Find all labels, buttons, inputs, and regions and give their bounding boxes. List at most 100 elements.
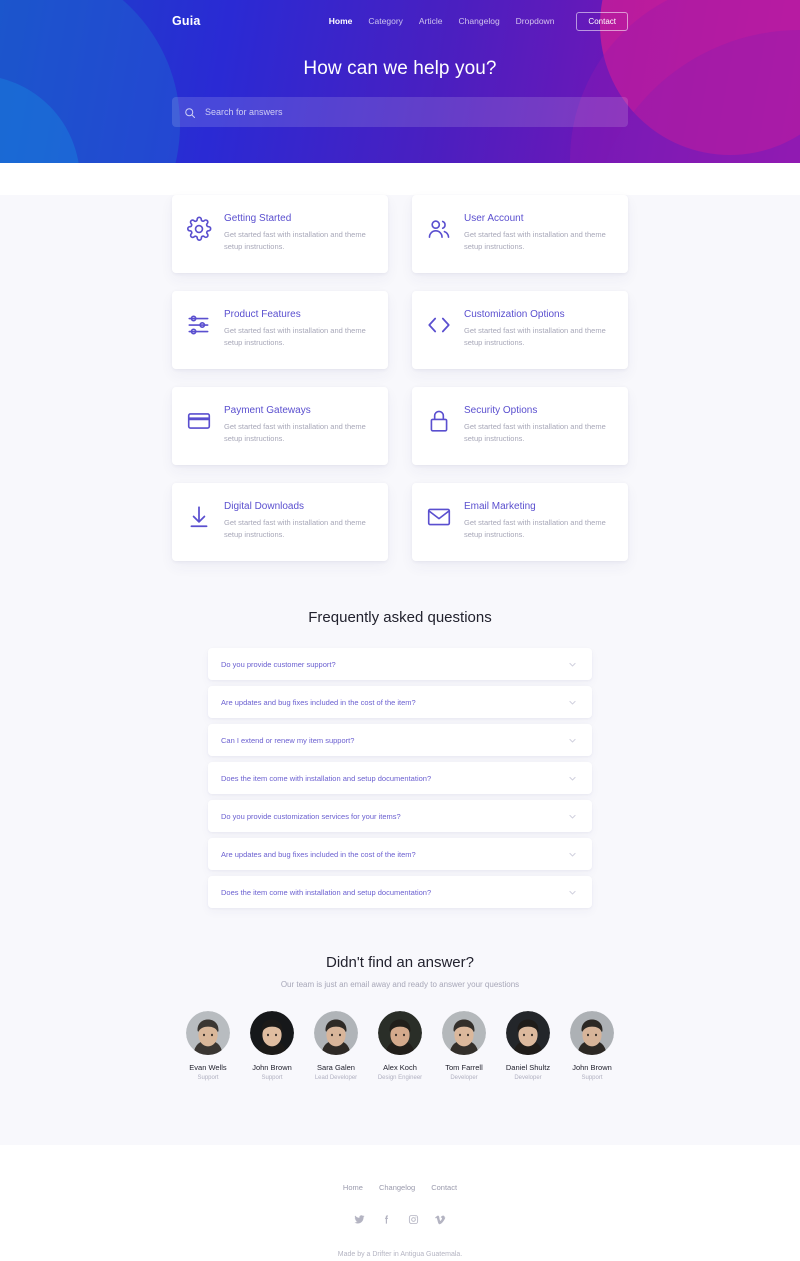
- faq-question: Do you provide customization services fo…: [221, 811, 401, 821]
- twitter-icon[interactable]: [354, 1214, 365, 1225]
- card-text: Product Features Get started fast with i…: [224, 309, 372, 348]
- card-title: Security Options: [464, 405, 538, 416]
- avatar: [186, 1011, 230, 1055]
- card-text: User Account Get started fast with insta…: [464, 213, 612, 252]
- faq-item[interactable]: Do you provide customization services fo…: [208, 800, 592, 832]
- hero-section: Guia Home Category Article Changelog Dro…: [0, 0, 800, 163]
- member-name: Evan Wells: [189, 1063, 227, 1072]
- member-name: John Brown: [252, 1063, 292, 1072]
- category-card-payment-gateways[interactable]: Payment Gateways Get started fast with i…: [172, 387, 388, 465]
- nav-link-article[interactable]: Article: [419, 16, 443, 26]
- avatar: [570, 1011, 614, 1055]
- nav-links: Home Category Article Changelog Dropdown…: [329, 11, 628, 31]
- faq-question: Are updates and bug fixes included in th…: [221, 697, 416, 707]
- card-text: Security Options Get started fast with i…: [464, 405, 612, 444]
- footer-credit: Made by a Drifter in Antigua Guatemala.: [337, 1251, 463, 1258]
- envelope-icon: [426, 504, 452, 530]
- footer-link-changelog[interactable]: Changelog: [379, 1183, 415, 1192]
- download-icon: [186, 504, 212, 530]
- chevron-down-icon[interactable]: [568, 888, 577, 897]
- member-role: Lead Developer: [314, 1075, 358, 1081]
- contact-button[interactable]: Contact: [576, 11, 628, 31]
- member-name: Tom Farrell: [445, 1063, 483, 1072]
- gear-icon: [186, 216, 212, 242]
- faq-item[interactable]: Does the item come with installation and…: [208, 876, 592, 908]
- code-icon: [426, 312, 452, 338]
- site-footer: Home Changelog Contact Made by a Drifter…: [0, 1145, 800, 1261]
- chevron-down-icon[interactable]: [568, 812, 577, 821]
- member-role: Developer: [450, 1075, 478, 1081]
- category-card-digital-downloads[interactable]: Digital Downloads Get started fast with …: [172, 483, 388, 561]
- team-member[interactable]: John Brown Support: [247, 1011, 297, 1081]
- member-name: Sara Galen: [317, 1063, 355, 1072]
- team-members-row: Evan Wells Support John Brown Support Sa…: [160, 1011, 640, 1081]
- card-description: Get started fast with installation and t…: [224, 326, 366, 347]
- nav-link-dropdown[interactable]: Dropdown: [516, 16, 555, 26]
- instagram-icon[interactable]: [408, 1214, 419, 1225]
- category-card-email-marketing[interactable]: Email Marketing Get started fast with in…: [412, 483, 628, 561]
- nav-link-home[interactable]: Home: [329, 16, 353, 26]
- faq-item[interactable]: Can I extend or renew my item support?: [208, 724, 592, 756]
- card-title: Product Features: [224, 309, 301, 320]
- member-role: Support: [261, 1075, 283, 1081]
- faq-item[interactable]: Do you provide customer support?: [208, 648, 592, 680]
- faq-item[interactable]: Are updates and bug fixes included in th…: [208, 838, 592, 870]
- sliders-icon: [186, 312, 212, 338]
- member-name: Alex Koch: [383, 1063, 417, 1072]
- card-description: Get started fast with installation and t…: [224, 230, 366, 251]
- search-bar[interactable]: [172, 97, 628, 127]
- member-role: Support: [197, 1075, 219, 1081]
- team-member[interactable]: John Brown Support: [567, 1011, 617, 1081]
- card-title: Digital Downloads: [224, 501, 305, 512]
- category-card-product-features[interactable]: Product Features Get started fast with i…: [172, 291, 388, 369]
- card-text: Digital Downloads Get started fast with …: [224, 501, 372, 540]
- card-title: Getting Started: [224, 213, 292, 224]
- faq-question: Does the item come with installation and…: [221, 773, 432, 783]
- card-description: Get started fast with installation and t…: [464, 518, 606, 539]
- category-card-customization-options[interactable]: Customization Options Get started fast w…: [412, 291, 628, 369]
- team-member[interactable]: Daniel Shultz Developer: [503, 1011, 553, 1081]
- team-member[interactable]: Evan Wells Support: [183, 1011, 233, 1081]
- member-name: Daniel Shultz: [505, 1063, 551, 1072]
- category-card-user-account[interactable]: User Account Get started fast with insta…: [412, 195, 628, 273]
- faq-item[interactable]: Are updates and bug fixes included in th…: [208, 686, 592, 718]
- nav-link-category[interactable]: Category: [368, 16, 403, 26]
- vimeo-icon[interactable]: [435, 1214, 446, 1225]
- category-card-security-options[interactable]: Security Options Get started fast with i…: [412, 387, 628, 465]
- social-links: [0, 1214, 800, 1225]
- chevron-down-icon[interactable]: [568, 736, 577, 745]
- page-title: How can we help you?: [303, 58, 497, 79]
- avatar: [378, 1011, 422, 1055]
- search-input[interactable]: [205, 107, 616, 117]
- category-card-getting-started[interactable]: Getting Started Get started fast with in…: [172, 195, 388, 273]
- faq-item[interactable]: Does the item come with installation and…: [208, 762, 592, 794]
- lock-icon: [426, 408, 452, 434]
- team-member[interactable]: Sara Galen Lead Developer: [311, 1011, 361, 1081]
- avatar: [506, 1011, 550, 1055]
- nav-link-changelog[interactable]: Changelog: [459, 16, 500, 26]
- team-member[interactable]: Alex Koch Design Engineer: [375, 1011, 425, 1081]
- main-navigation: Guia Home Category Article Changelog Dro…: [0, 0, 800, 32]
- hero-blob-decoration: [0, 75, 80, 163]
- team-member[interactable]: Tom Farrell Developer: [439, 1011, 489, 1081]
- chevron-down-icon[interactable]: [568, 698, 577, 707]
- footer-link-home[interactable]: Home: [343, 1183, 363, 1192]
- card-description: Get started fast with installation and t…: [464, 230, 606, 251]
- chevron-down-icon[interactable]: [568, 850, 577, 859]
- faq-section: Frequently asked questions Do you provid…: [0, 609, 800, 908]
- credit-card-icon: [186, 408, 212, 434]
- chevron-down-icon[interactable]: [568, 774, 577, 783]
- card-description: Get started fast with installation and t…: [224, 422, 366, 443]
- card-text: Payment Gateways Get started fast with i…: [224, 405, 372, 444]
- team-heading: Didn't find an answer?: [326, 954, 474, 971]
- member-role: Developer: [514, 1075, 542, 1081]
- facebook-icon[interactable]: [381, 1214, 392, 1225]
- brand-logo[interactable]: Guia: [172, 14, 201, 28]
- footer-link-contact[interactable]: Contact: [431, 1183, 457, 1192]
- member-role: Design Engineer: [377, 1075, 423, 1081]
- page-body: Getting Started Get started fast with in…: [0, 195, 800, 1145]
- card-description: Get started fast with installation and t…: [224, 518, 366, 539]
- chevron-down-icon[interactable]: [568, 660, 577, 669]
- avatar: [250, 1011, 294, 1055]
